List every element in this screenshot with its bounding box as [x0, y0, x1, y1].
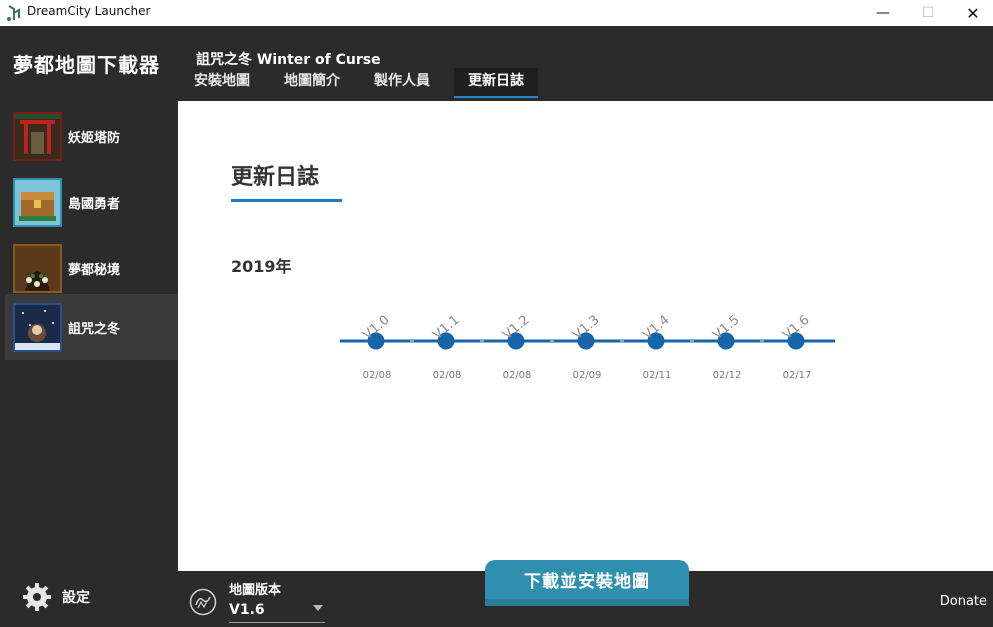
- version-select[interactable]: V1.6: [229, 599, 325, 623]
- timeline-date-label: 02/11: [643, 370, 672, 381]
- settings-label: 設定: [62, 590, 90, 606]
- timeline-tick: [480, 340, 484, 342]
- maximize-button[interactable]: ☐: [905, 0, 951, 26]
- title-bar: DreamCity Launcher — ☐ ✕: [0, 0, 993, 26]
- timeline-tick: [550, 340, 554, 342]
- timeline-date-label: 02/08: [503, 370, 532, 381]
- tab-install-map[interactable]: 安裝地圖: [184, 68, 260, 98]
- timeline-date-label: 02/08: [433, 370, 462, 381]
- tab-bar: 安裝地圖 地圖簡介 製作人員 更新日誌: [184, 68, 552, 98]
- sidebar-item-label: 詛咒之冬: [68, 322, 121, 337]
- sidebar: 夢都地圖下載器 妖姬塔防 島國勇者 夢都秘境 詛咒之冬 設定: [0, 26, 178, 627]
- main-content: 更新日誌 2019年 V1.0 02/08 V1.1 02/08 V1.2 02/08 V1…: [178, 101, 993, 571]
- timeline-tick: [410, 340, 414, 342]
- tab-map-intro[interactable]: 地圖簡介: [274, 68, 350, 98]
- close-button[interactable]: ✕: [950, 0, 993, 26]
- app-icon: [7, 5, 20, 21]
- map-thumbnail: [13, 112, 62, 161]
- sidebar-item-youji-tower-defense[interactable]: 妖姬塔防: [5, 103, 178, 169]
- timeline-date-label: 02/08: [363, 370, 392, 381]
- donate-link[interactable]: Donate: [940, 594, 987, 609]
- minimize-button[interactable]: —: [860, 0, 906, 26]
- version-value: V1.6: [229, 602, 265, 618]
- sidebar-item-winter-of-curse[interactable]: 詛咒之冬: [5, 294, 178, 360]
- map-version-icon: [189, 588, 217, 616]
- sidebar-item-dream-realm[interactable]: 夢都秘境: [5, 235, 178, 301]
- install-button-label: 下載並安裝地圖: [524, 572, 650, 592]
- header: 詛咒之冬 Winter of Curse 安裝地圖 地圖簡介 製作人員 更新日誌: [178, 26, 993, 101]
- tab-changelog[interactable]: 更新日誌: [454, 68, 538, 98]
- map-thumbnail: [13, 244, 62, 293]
- sidebar-item-label: 妖姬塔防: [68, 131, 121, 146]
- timeline-date-label: 02/12: [713, 370, 742, 381]
- timeline-date-label: 02/09: [573, 370, 602, 381]
- timeline-tick: [690, 340, 694, 342]
- settings-button[interactable]: 設定: [22, 582, 90, 612]
- window-title: DreamCity Launcher: [27, 4, 151, 18]
- map-thumbnail: [13, 303, 62, 352]
- sidebar-item-label: 夢都秘境: [68, 263, 121, 278]
- sidebar-item-label: 島國勇者: [68, 197, 121, 212]
- chevron-down-icon: [313, 605, 323, 611]
- timeline-date-label: 02/17: [783, 370, 812, 381]
- timeline-tick: [760, 340, 764, 342]
- changelog-timeline: V1.002/08V1.102/08V1.202/08V1.302/09V1.4…: [340, 313, 835, 381]
- map-title: 詛咒之冬 Winter of Curse: [196, 52, 381, 68]
- gear-icon: [23, 583, 51, 611]
- tab-credits[interactable]: 製作人員: [364, 68, 440, 98]
- map-thumbnail: [13, 178, 62, 227]
- sidebar-item-island-hero[interactable]: 島國勇者: [5, 169, 178, 235]
- version-label: 地圖版本: [229, 583, 282, 598]
- download-install-button[interactable]: 下載並安裝地圖: [485, 560, 689, 606]
- app-brand: 夢都地圖下載器: [13, 53, 160, 77]
- timeline-tick: [620, 340, 624, 342]
